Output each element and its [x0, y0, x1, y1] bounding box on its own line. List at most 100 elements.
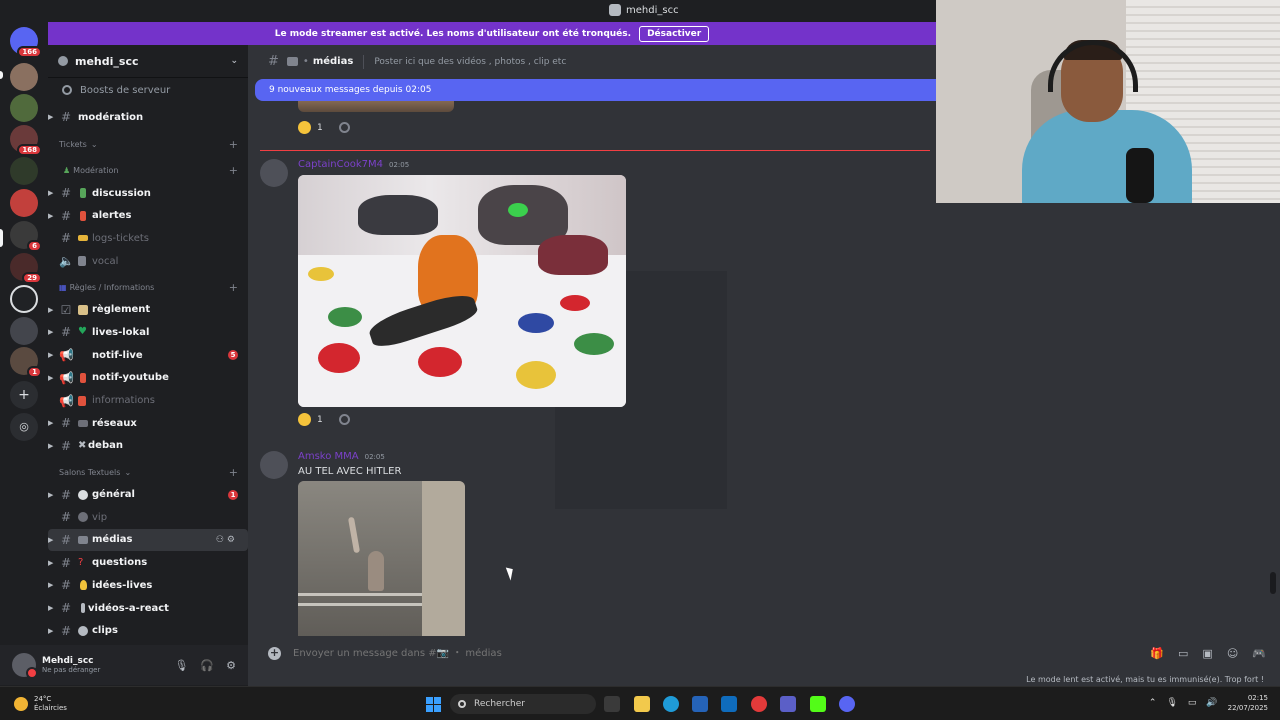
twister-gif-attachment[interactable]	[298, 175, 626, 407]
add-channel-icon[interactable]: +	[229, 466, 238, 479]
task-view-icon[interactable]	[604, 696, 620, 712]
channel-vocal[interactable]: 🔈 vocal	[48, 250, 248, 273]
add-channel-icon[interactable]: +	[229, 164, 238, 177]
add-channel-icon[interactable]: +	[229, 281, 238, 294]
user-avatar[interactable]	[12, 653, 38, 679]
server-header[interactable]: mehdi_scc ⌄	[48, 45, 248, 78]
teams-icon[interactable]	[780, 696, 796, 712]
channel-lives-lokal[interactable]: ▶ # ♥ lives-lokal	[48, 321, 248, 344]
server-boosts[interactable]: Boosts de serveur	[48, 78, 248, 102]
hash-icon: #	[60, 510, 72, 525]
server-icon[interactable]	[10, 253, 42, 284]
category-tickets[interactable]: Tickets ⌄ +	[48, 134, 248, 156]
channel-settings-icon[interactable]: ⚇⚙	[216, 535, 238, 545]
chevron-up-icon[interactable]: ⌃	[1149, 698, 1157, 708]
discover-icon[interactable]: ◎	[10, 413, 38, 441]
discord-icon[interactable]	[839, 696, 855, 712]
channel-notif-live[interactable]: ▶ 📢 notif-live 5	[48, 344, 248, 367]
category-salons-textuels[interactable]: Salons Textuels ⌄ +	[48, 461, 248, 483]
store-icon[interactable]	[692, 696, 708, 712]
add-channel-icon[interactable]: +	[229, 138, 238, 151]
gear-icon[interactable]: ⚙	[226, 659, 236, 672]
channel-notif-youtube[interactable]: ▶ 📢 notif-youtube	[48, 367, 248, 390]
message-timestamp: 02:05	[389, 161, 410, 169]
user-names[interactable]: Mehdi_scc Ne pas déranger	[42, 656, 100, 674]
server-icon[interactable]	[10, 285, 38, 313]
new-messages-divider	[260, 150, 930, 151]
server-icon[interactable]	[10, 63, 38, 91]
channel-idees-lives[interactable]: ▶ # idées-lives	[48, 574, 248, 597]
channel-alertes[interactable]: ▶ # alertes	[48, 204, 248, 227]
server-icon[interactable]	[10, 347, 42, 378]
category-regles[interactable]: ▦ Règles / Informations +	[48, 276, 248, 298]
microphone-icon[interactable]: 🎙	[174, 659, 188, 672]
server-icon[interactable]	[10, 317, 38, 345]
server-rail: + ◎	[0, 21, 48, 686]
volume-icon[interactable]: 🔊	[1206, 698, 1217, 708]
server-icon[interactable]	[10, 189, 38, 217]
home-button[interactable]	[10, 27, 42, 58]
emoji-icon[interactable]: ☺	[1227, 647, 1238, 660]
taskbar-search[interactable]: Rechercher	[450, 694, 596, 714]
message-author[interactable]: Amsko MMA	[298, 451, 359, 462]
sticker-icon[interactable]: ▣	[1202, 647, 1212, 660]
streamer-shirt	[1022, 110, 1192, 203]
kick-icon[interactable]	[810, 696, 826, 712]
game-controller-icon[interactable]: 🎮	[1252, 647, 1266, 660]
headset	[1048, 40, 1138, 92]
add-reaction-icon[interactable]	[338, 122, 350, 133]
video-attachment[interactable]	[298, 481, 465, 636]
avatar[interactable]	[260, 159, 288, 187]
laughing-emoji-icon[interactable]	[298, 121, 311, 134]
hash-icon: #	[60, 532, 72, 547]
add-reaction-icon[interactable]	[338, 414, 350, 425]
channel-deban[interactable]: ▶ # ✖ deban	[48, 435, 248, 458]
clock[interactable]: 02:15 22/07/2025	[1228, 693, 1268, 713]
channel-clips[interactable]: ▶ # clips	[48, 619, 248, 642]
gift-icon[interactable]: 🎁	[1150, 647, 1164, 660]
channel-questions[interactable]: ▶ # ? questions	[48, 551, 248, 574]
message-input[interactable]	[293, 648, 893, 659]
message-author[interactable]: CaptainCook7M4	[298, 159, 383, 170]
unread-arrow-icon: ▶	[48, 328, 54, 337]
composer-tools: 🎁 ▭ ▣ ☺ 🎮	[1150, 647, 1266, 660]
channel-topic[interactable]: Poster ici que des vidéos , photos , cli…	[374, 57, 566, 67]
category-moderation[interactable]: ♟ Modération +	[48, 160, 248, 182]
laughing-emoji-icon[interactable]	[298, 413, 311, 426]
channel-discussion[interactable]: ▶ # discussion	[48, 182, 248, 205]
channel-reglement[interactable]: ▶ ☑ règlement	[48, 298, 248, 321]
boost-icon	[62, 85, 72, 95]
headphones-icon[interactable]: 🎧	[200, 659, 214, 672]
server-icon[interactable]	[10, 94, 38, 122]
channel-logs-tickets[interactable]: # logs-tickets	[48, 227, 248, 250]
channel-vip[interactable]: # vip	[48, 506, 248, 529]
outlook-icon[interactable]	[721, 696, 737, 712]
add-server-icon[interactable]: +	[10, 381, 38, 409]
scrollbar-thumb[interactable]	[1270, 572, 1276, 594]
unread-arrow-icon: ▶	[48, 558, 54, 567]
windows-start-icon[interactable]	[426, 697, 441, 712]
server-icon[interactable]	[10, 157, 38, 185]
channel-videos-a-react[interactable]: ▶ # vidéos-a-react	[48, 597, 248, 620]
microphone-icon[interactable]: 🎙	[1166, 698, 1177, 708]
weather-widget[interactable]: 24°C Éclaircies	[14, 695, 67, 713]
gif-icon[interactable]: ▭	[1178, 647, 1188, 660]
server-icon[interactable]	[10, 125, 42, 156]
mention-badge: 1	[228, 489, 238, 500]
avatar[interactable]	[260, 451, 288, 479]
add-attachment-icon[interactable]: +	[268, 647, 281, 660]
opera-icon[interactable]	[751, 696, 767, 712]
file-explorer-icon[interactable]	[634, 696, 650, 712]
previous-image-attachment[interactable]	[298, 101, 454, 112]
channel-medias[interactable]: ▶ # médias ⚇⚙	[48, 528, 248, 552]
yellow-dot	[308, 267, 334, 281]
server-icon[interactable]	[10, 221, 42, 252]
channel-informations[interactable]: 📢 informations	[48, 389, 248, 412]
disable-streamer-button[interactable]: Désactiver	[639, 25, 710, 42]
edge-icon[interactable]	[663, 696, 679, 712]
network-icon[interactable]: ▭	[1188, 698, 1197, 708]
channel-reseaux[interactable]: ▶ # réseaux	[48, 412, 248, 435]
channel-moderation[interactable]: ▶ # modération	[48, 106, 248, 129]
channel-general[interactable]: ▶ # général 1	[48, 483, 248, 506]
new-messages-bar[interactable]: 9 nouveaux messages depuis 02:05	[255, 79, 936, 101]
